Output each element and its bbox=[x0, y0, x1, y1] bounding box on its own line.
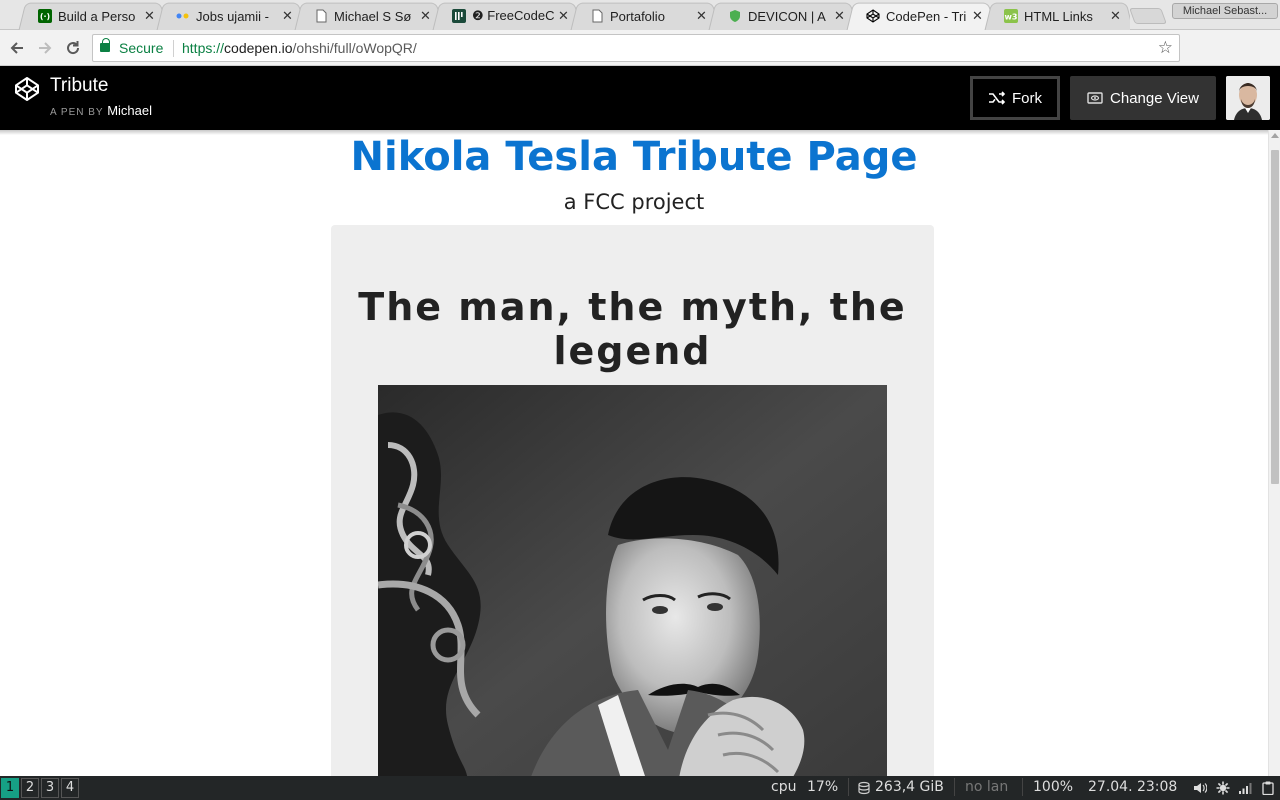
url-path: /ohshi/full/oWopQR/ bbox=[292, 40, 417, 56]
page-content: Nikola Tesla Tribute Page a FCC project … bbox=[0, 130, 1268, 776]
view-icon bbox=[1087, 92, 1103, 104]
tab-portafolio[interactable]: Portafolio ✕ bbox=[566, 2, 716, 30]
url-scheme: https:// bbox=[182, 40, 225, 56]
change-view-label: Change View bbox=[1110, 89, 1199, 107]
change-view-button[interactable]: Change View bbox=[1070, 76, 1216, 120]
close-icon[interactable]: ✕ bbox=[696, 9, 708, 24]
lock-icon bbox=[100, 38, 110, 52]
tribute-card: The man, the myth, the legend bbox=[331, 225, 934, 776]
workspace-4[interactable]: 4 bbox=[61, 778, 79, 798]
new-tab-button[interactable] bbox=[1129, 8, 1167, 24]
fork-icon bbox=[989, 91, 1006, 105]
fork-button[interactable]: Fork bbox=[970, 76, 1060, 120]
card-heading-line1: The man, the myth, the bbox=[358, 285, 907, 329]
tab-jobs-ujamii[interactable]: Jobs ujamii - ✕ bbox=[152, 2, 302, 30]
codepen-logo-icon[interactable] bbox=[14, 76, 40, 102]
bookmark-star-icon[interactable]: ☆ bbox=[1158, 38, 1173, 58]
workspace-2[interactable]: 2 bbox=[21, 778, 39, 798]
page-subtitle: a FCC project bbox=[563, 190, 705, 214]
url-host: codepen.io bbox=[224, 40, 293, 56]
tab-codepen[interactable]: CodePen - Tri ✕ bbox=[842, 2, 992, 30]
reload-icon[interactable] bbox=[62, 37, 84, 59]
tab-title: Build a Perso bbox=[58, 8, 136, 24]
settings-gear-icon[interactable] bbox=[1216, 781, 1230, 795]
forward-icon[interactable] bbox=[34, 37, 56, 59]
tesla-portrait-image bbox=[378, 385, 887, 776]
pen-byline: A PEN BY Michael bbox=[50, 103, 152, 118]
browser-toolbar: Secure https://codepen.io/ohshi/full/oWo… bbox=[0, 30, 1280, 90]
close-icon[interactable]: ✕ bbox=[144, 9, 156, 24]
address-bar[interactable]: Secure https://codepen.io/ohshi/full/oWo… bbox=[92, 34, 1180, 62]
svg-text:(·): (·) bbox=[40, 12, 50, 21]
scroll-thumb[interactable] bbox=[1271, 150, 1279, 484]
omnibox-divider bbox=[173, 40, 174, 57]
tab-build-a-person[interactable]: (·) Build a Perso ✕ bbox=[14, 2, 164, 30]
close-icon[interactable]: ✕ bbox=[282, 9, 294, 24]
card-heading-line2: legend bbox=[553, 329, 712, 373]
shield-icon bbox=[728, 9, 742, 23]
system-taskbar: 1 2 3 4 cpu 17% 263,4 GiB no lan 100% 27… bbox=[0, 776, 1280, 800]
close-icon[interactable]: ✕ bbox=[834, 9, 846, 24]
wifi-signal-icon[interactable] bbox=[1238, 781, 1252, 795]
cpu-label: cpu bbox=[771, 779, 797, 795]
tray-divider bbox=[1022, 778, 1023, 796]
workspace-3[interactable]: 3 bbox=[41, 778, 59, 798]
tab-title: CodePen - Tri bbox=[886, 8, 967, 24]
clipboard-icon[interactable] bbox=[1261, 781, 1275, 795]
scroll-up-arrow-icon[interactable] bbox=[1271, 133, 1279, 138]
card-heading: The man, the myth, the legend bbox=[331, 285, 934, 373]
avatar[interactable] bbox=[1226, 76, 1270, 120]
cpu-value: 17% bbox=[807, 779, 839, 795]
page-icon bbox=[590, 9, 604, 23]
codepen-icon bbox=[866, 9, 880, 23]
tab-michael-s[interactable]: Michael S Sø ✕ bbox=[290, 2, 440, 30]
disk-icon bbox=[858, 781, 870, 795]
close-icon[interactable]: ✕ bbox=[1110, 9, 1122, 24]
page-title: Nikola Tesla Tribute Page bbox=[350, 134, 918, 180]
tab-title: Portafolio bbox=[610, 8, 665, 24]
dots-icon bbox=[176, 9, 190, 23]
tab-title: ❷ FreeCodeC bbox=[472, 8, 554, 23]
profile-button[interactable]: Michael Sebast... bbox=[1172, 3, 1278, 19]
tab-freecodecamp[interactable]: ❷ FreeCodeC ✕ bbox=[428, 2, 578, 30]
close-icon[interactable]: ✕ bbox=[420, 9, 432, 24]
tab-title: DEVICON | A bbox=[748, 8, 826, 24]
network-status: no lan bbox=[965, 779, 1009, 795]
tab-title: HTML Links bbox=[1024, 8, 1093, 24]
gitter-icon bbox=[452, 9, 466, 23]
byline-prefix: A PEN BY bbox=[50, 107, 108, 118]
workspace-1[interactable]: 1 bbox=[1, 778, 19, 798]
secure-label: Secure bbox=[119, 40, 164, 56]
tray-divider bbox=[954, 778, 955, 796]
back-icon[interactable] bbox=[6, 37, 28, 59]
tab-devicon[interactable]: DEVICON | A ✕ bbox=[704, 2, 854, 30]
disk-value: 263,4 GiB bbox=[875, 779, 944, 795]
tab-title: Jobs ujamii - bbox=[196, 8, 269, 24]
w3-icon: w3 bbox=[1004, 9, 1018, 23]
pen-title: Tribute bbox=[50, 75, 109, 96]
codepen-header: Tribute A PEN BY Michael Fork Change Vie… bbox=[0, 66, 1280, 130]
volume-value: 100% bbox=[1033, 779, 1074, 795]
clock: 27.04. 23:08 bbox=[1088, 779, 1178, 795]
fcc-icon: (·) bbox=[38, 9, 52, 23]
close-icon[interactable]: ✕ bbox=[558, 9, 570, 24]
tray-divider bbox=[848, 778, 849, 796]
page-icon bbox=[314, 9, 328, 23]
close-icon[interactable]: ✕ bbox=[972, 9, 984, 24]
tab-strip: (·) Build a Perso ✕ Jobs ujamii - ✕ Mich… bbox=[0, 0, 1280, 30]
tab-html-links[interactable]: w3 HTML Links ✕ bbox=[980, 2, 1130, 30]
fork-label: Fork bbox=[1012, 89, 1042, 107]
url-text: https://codepen.io/ohshi/full/oWopQR/ bbox=[182, 40, 417, 56]
author-link[interactable]: Michael bbox=[107, 103, 152, 118]
tab-title: Michael S Sø bbox=[334, 8, 412, 24]
speaker-icon[interactable] bbox=[1193, 781, 1207, 795]
page-scrollbar[interactable] bbox=[1268, 130, 1280, 776]
svg-text:w3: w3 bbox=[1005, 13, 1018, 22]
